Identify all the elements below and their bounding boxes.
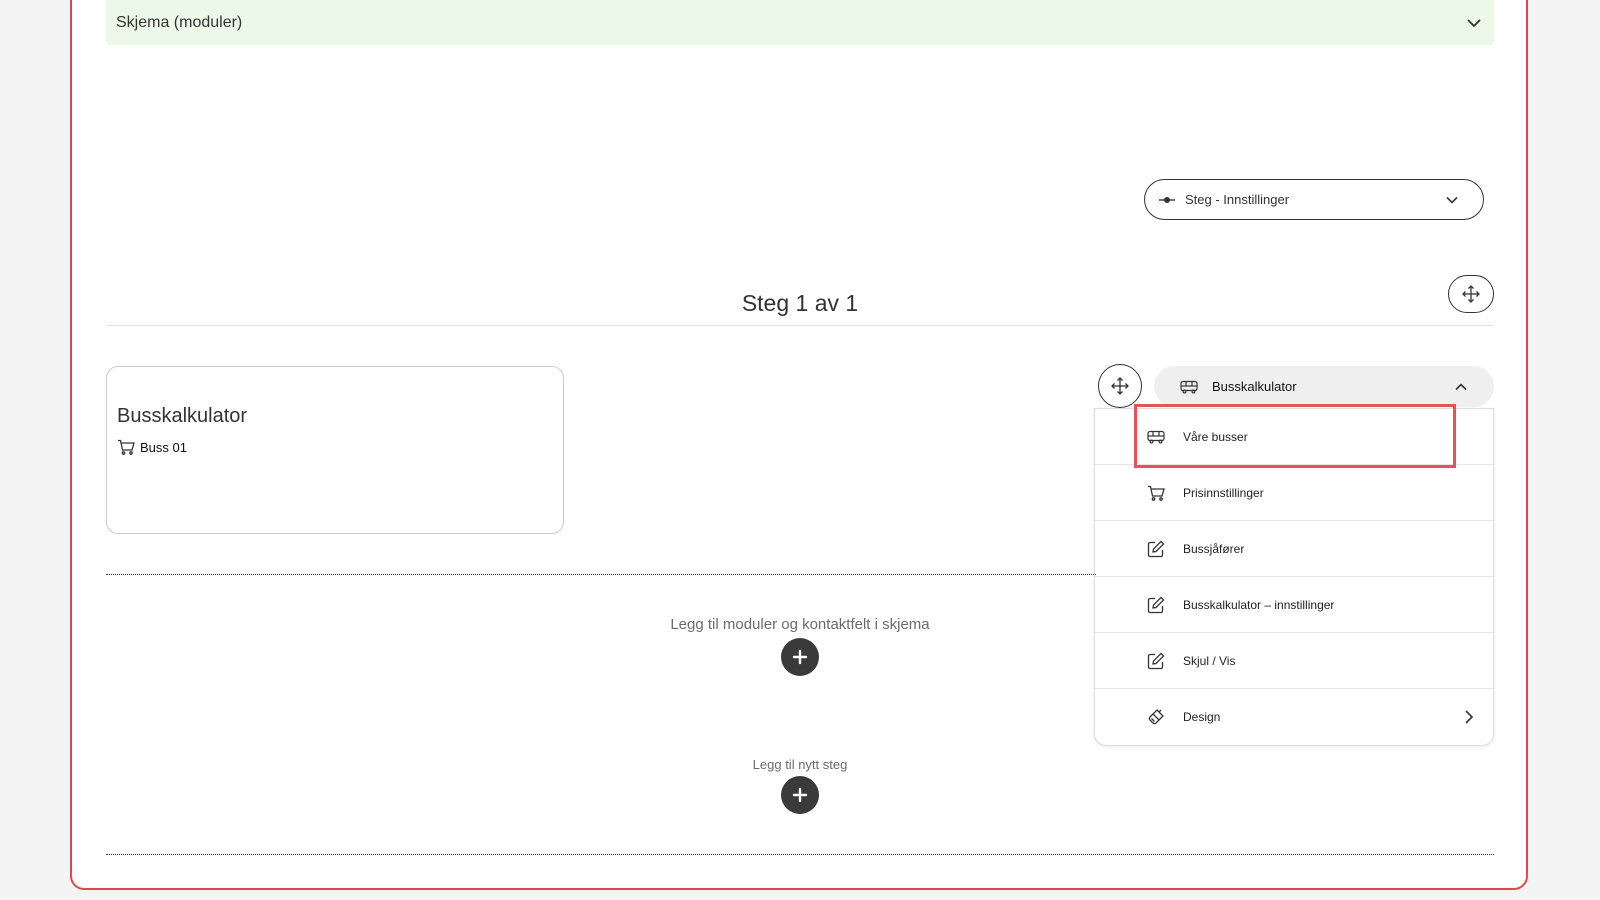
edit-icon: [1147, 652, 1165, 670]
module-menu-toggle[interactable]: Busskalkulator: [1154, 366, 1494, 407]
step-section-divider: [106, 854, 1494, 855]
module-card[interactable]: Busskalkulator Buss 01: [106, 366, 564, 534]
add-step-label: Legg til nytt steg: [752, 757, 848, 772]
chevron-down-icon: [1445, 193, 1459, 207]
move-module-button[interactable]: [1098, 364, 1142, 408]
module-menu-title: Busskalkulator: [1212, 379, 1297, 394]
menu-item-design[interactable]: Design: [1095, 689, 1493, 745]
menu-item-label: Busskalkulator – innstillinger: [1183, 597, 1335, 612]
schema-accordion-header[interactable]: Skjema (moduler): [106, 0, 1494, 45]
move-icon: [1111, 377, 1129, 395]
module-card-title: Busskalkulator: [117, 405, 248, 427]
add-modules-label: Legg til moduler og kontaktfelt i skjema: [670, 616, 930, 633]
menu-item-bussjaforer[interactable]: Bussjåfører: [1095, 521, 1493, 577]
bus-icon: [1180, 380, 1198, 394]
menu-item-label: Våre busser: [1183, 429, 1248, 444]
step-dot-icon: [1159, 195, 1175, 205]
menu-item-label: Skjul / Vis: [1183, 653, 1236, 668]
plus-icon: [792, 649, 808, 665]
chevron-down-icon[interactable]: [1466, 15, 1482, 31]
module-dropdown-menu: Våre busser Prisinnstillinger Bussjåføre…: [1094, 408, 1494, 746]
module-card-item-label: Buss 01: [140, 439, 187, 455]
accordion-title: Skjema (moduler): [116, 13, 243, 31]
step-divider: [106, 325, 1494, 326]
chevron-right-icon: [1463, 709, 1475, 725]
menu-item-prisinnstillinger[interactable]: Prisinnstillinger: [1095, 465, 1493, 521]
cart-icon: [1147, 485, 1165, 501]
menu-item-skjul-vis[interactable]: Skjul / Vis: [1095, 633, 1493, 689]
menu-item-vare-busser[interactable]: Våre busser: [1095, 409, 1493, 465]
step-heading: Steg 1 av 1: [741, 290, 859, 316]
plus-icon: [792, 787, 808, 803]
cart-icon: [117, 439, 135, 455]
move-step-button[interactable]: [1448, 275, 1494, 313]
edit-icon: [1147, 540, 1165, 558]
menu-item-label: Design: [1183, 710, 1221, 724]
module-card-item: Buss 01: [117, 439, 187, 455]
bus-icon: [1147, 430, 1165, 444]
add-step-button[interactable]: [781, 776, 819, 814]
chevron-up-icon: [1454, 380, 1468, 394]
module-section-divider: [106, 574, 1096, 575]
step-settings-label: Steg - Innstillinger: [1185, 192, 1290, 207]
add-module-button[interactable]: [781, 638, 819, 676]
step-settings-dropdown[interactable]: Steg - Innstillinger: [1144, 179, 1484, 220]
menu-item-label: Bussjåfører: [1183, 541, 1245, 556]
brush-icon: [1147, 708, 1165, 726]
move-icon: [1462, 285, 1480, 303]
menu-item-label: Prisinnstillinger: [1183, 485, 1264, 500]
edit-icon: [1147, 596, 1165, 614]
